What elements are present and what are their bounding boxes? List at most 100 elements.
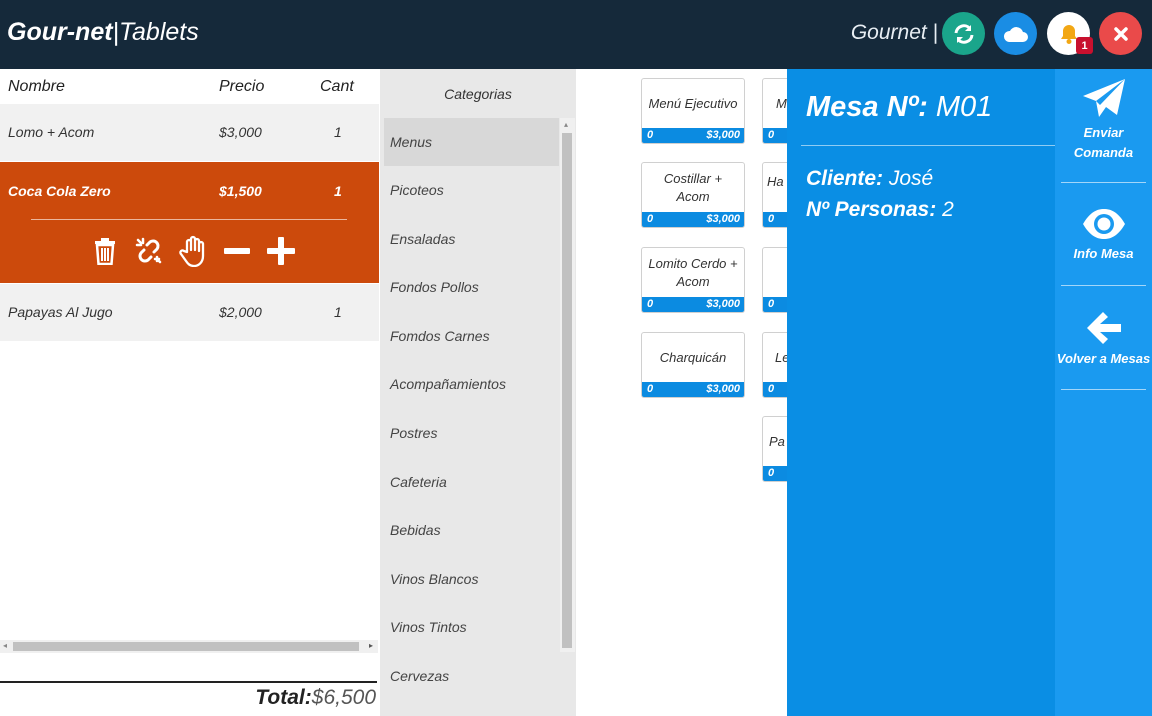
product-bar: 0 $3,000 (642, 128, 744, 143)
send-label-2: Comanda (1073, 145, 1134, 160)
product-qty: 0 (768, 129, 775, 141)
close-button[interactable] (1099, 12, 1142, 55)
scroll-right-icon[interactable]: ▸ (369, 641, 373, 650)
client-value: José (888, 167, 934, 190)
category-postres[interactable]: Postres (384, 409, 559, 457)
unlink-item-button[interactable] (127, 233, 171, 269)
order-item-qty: 1 (334, 183, 342, 199)
send-icon-wrap (1055, 77, 1152, 121)
category-bebidas[interactable]: Bebidas (384, 506, 559, 554)
order-horizontal-scrollbar[interactable]: ◂ ▸ (0, 640, 378, 653)
back-to-tables-button[interactable]: Volver a Mesas (1055, 309, 1152, 369)
order-item-price: $2,000 (219, 304, 262, 320)
send-order-button[interactable]: Enviar Comanda (1055, 77, 1152, 163)
total-value: $6,500 (311, 686, 376, 709)
product-name: Lomito Cerdo + Acom (648, 255, 738, 289)
sidebar-divider (1061, 285, 1146, 286)
client-info: Cliente: José (806, 167, 933, 191)
category-ensaladas[interactable]: Ensaladas (384, 215, 559, 263)
client-label: Cliente: (806, 167, 884, 190)
minus-icon (224, 248, 250, 254)
info-mesa-button[interactable]: Info Mesa (1055, 206, 1152, 264)
category-vinos-blancos[interactable]: Vinos Blancos (384, 555, 559, 603)
action-sidebar: Enviar Comanda Info Mesa Volver a Mesas (1055, 69, 1152, 716)
scroll-left-icon[interactable]: ◂ (3, 641, 7, 650)
categories-scrollbar[interactable]: ▴ (560, 118, 575, 652)
row-divider (31, 219, 347, 220)
category-fondos-pollos[interactable]: Fondos Pollos (384, 263, 559, 311)
user-label: Gournet | (850, 21, 938, 44)
product-card[interactable]: Menú Ejecutivo 0 $3,000 (641, 78, 745, 144)
trash-icon (95, 238, 115, 265)
sidebar-divider (1061, 389, 1146, 390)
persons-value: 2 (942, 198, 954, 221)
product-qty: 0 (768, 298, 775, 310)
order-item-name: Coca Cola Zero (8, 183, 111, 199)
notifications-button[interactable]: 1 (1047, 12, 1093, 55)
categories-panel: Categorias Menus Picoteos Ensaladas Fond… (380, 69, 576, 716)
scrollbar-thumb[interactable] (562, 133, 572, 648)
product-card[interactable]: Charquicán 0 $3,000 (641, 332, 745, 398)
cloud-icon (1003, 26, 1028, 42)
delete-item-button[interactable] (83, 233, 127, 269)
hold-item-button[interactable] (171, 233, 215, 269)
product-price: $3,000 (706, 298, 740, 310)
close-icon (1113, 26, 1128, 41)
order-row-selected[interactable]: Coca Cola Zero $1,500 1 (0, 162, 379, 283)
sync-button[interactable] (942, 12, 985, 55)
product-price: $3,000 (706, 213, 740, 225)
order-header: Nombre Precio Cant (0, 69, 380, 103)
send-label-1: Enviar (1083, 125, 1124, 140)
category-acompanamientos[interactable]: Acompañamientos (384, 360, 559, 408)
category-cervezas[interactable]: Cervezas (384, 652, 559, 700)
product-bar: 0 $3,000 (642, 382, 744, 397)
notification-badge: 1 (1076, 37, 1093, 54)
brand-product: Tablets (119, 18, 199, 46)
back-label: Volver a Mesas (1056, 351, 1151, 366)
mesa-title: Mesa Nº: M01 (806, 91, 992, 124)
categories-title: Categorias (444, 86, 512, 102)
info-mesa-label: Info Mesa (1073, 246, 1134, 261)
product-card[interactable]: Costillar + Acom 0 $3,000 (641, 162, 745, 228)
increase-qty-button[interactable] (259, 233, 303, 269)
category-fondos-carnes[interactable]: Fomdos Carnes (384, 312, 559, 360)
product-bar: 0 $3,000 (642, 297, 744, 312)
persons-label: Nº Personas: (806, 198, 937, 221)
order-item-price: $3,000 (219, 124, 262, 140)
category-menus[interactable]: Menus (384, 118, 559, 166)
sync-icon (954, 23, 973, 44)
eye-icon (1082, 209, 1125, 239)
back-icon-wrap (1055, 309, 1152, 347)
category-cafeteria[interactable]: Cafeteria (384, 458, 559, 506)
order-row[interactable]: Lomo + Acom $3,000 1 (0, 104, 379, 161)
category-picoteos[interactable]: Picoteos (384, 166, 559, 214)
product-price: $3,000 (706, 129, 740, 141)
order-item-name: Lomo + Acom (8, 124, 95, 140)
product-price: $3,000 (706, 383, 740, 395)
category-vinos-tintos[interactable]: Vinos Tintos (384, 603, 559, 651)
order-item-qty: 1 (334, 124, 342, 140)
column-name-header: Nombre (8, 78, 65, 95)
order-item-name: Papayas Al Jugo (8, 304, 113, 320)
app-brand: Gour-net|Tablets (7, 18, 199, 47)
product-name: Menú Ejecutivo (648, 95, 738, 111)
total-divider (0, 681, 377, 683)
app-root: Gour-net|Tablets Gournet | 1 Nombre Prec… (0, 0, 1152, 716)
sidebar-divider (1061, 182, 1146, 183)
product-qty: 0 (647, 298, 654, 310)
product-qty: 0 (768, 213, 775, 225)
persons-info: Nº Personas: 2 (806, 198, 954, 222)
order-panel: Nombre Precio Cant Lomo + Acom $3,000 1 … (0, 69, 380, 716)
mesa-label: Mesa Nº: (806, 91, 928, 123)
decrease-qty-button[interactable] (215, 233, 259, 269)
unlink-icon (135, 237, 162, 264)
cloud-button[interactable] (994, 12, 1037, 55)
table-info-panel: Mesa Nº: M01 Cliente: José Nº Personas: … (787, 69, 1055, 716)
product-card[interactable]: Lomito Cerdo + Acom 0 $3,000 (641, 247, 745, 313)
scroll-up-icon[interactable]: ▴ (564, 120, 568, 129)
order-row[interactable]: Papayas Al Jugo $2,000 1 (0, 284, 379, 341)
order-total: Total:$6,500 (255, 686, 376, 710)
scrollbar-thumb[interactable] (13, 642, 359, 651)
product-qty: 0 (647, 383, 654, 395)
arrow-left-icon (1086, 312, 1121, 344)
